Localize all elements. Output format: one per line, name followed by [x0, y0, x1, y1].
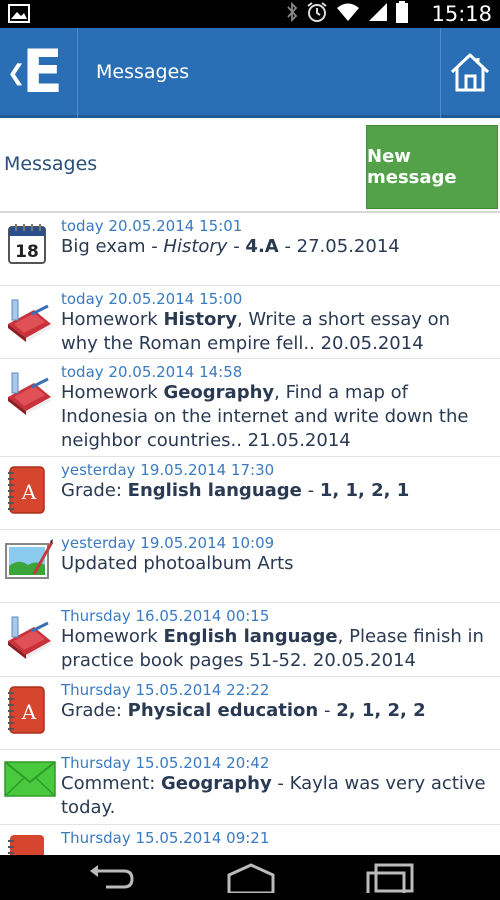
message-text-segment: English language: [127, 480, 302, 501]
list-item[interactable]: A yesterday 19.05.2014 17:30 Grade: Engl…: [0, 457, 500, 530]
message-date: today 20.05.2014 14:58: [61, 363, 243, 381]
message-date: Thursday 16.05.2014 00:15: [61, 607, 270, 625]
message-text-segment: -: [227, 236, 246, 257]
message-text-segment: 2, 1, 2, 2: [336, 700, 426, 721]
list-item[interactable]: Thursday 15.05.2014 09:21: [0, 825, 500, 855]
photo-album-icon: [4, 538, 54, 588]
message-text-segment: 1, 1, 2, 1: [319, 480, 410, 501]
battery-icon: [396, 1, 408, 27]
message-text-segment: Big exam -: [61, 236, 164, 257]
svg-text:A: A: [21, 480, 37, 504]
list-item[interactable]: yesterday 19.05.2014 10:09 Updated photo…: [0, 530, 500, 603]
message-text-segment: Geography: [163, 382, 275, 403]
system-nav-bar: [0, 855, 500, 900]
app-bar: ❮ E Messages: [0, 28, 500, 118]
message-text-segment: Geography: [160, 773, 272, 794]
message-text-segment: Homework: [61, 309, 164, 330]
svg-text:18: 18: [15, 242, 39, 262]
wifi-icon: [336, 2, 360, 26]
message-text-segment: English language: [163, 626, 338, 647]
list-item[interactable]: Thursday 15.05.2014 20:42 Comment: Geogr…: [0, 750, 500, 825]
message-date: today 20.05.2014 15:00: [61, 290, 243, 308]
page-title: Messages: [96, 61, 190, 83]
homework-book-icon: [4, 294, 54, 344]
message-text-segment: Grade:: [61, 480, 128, 501]
back-icon[interactable]: [86, 863, 134, 893]
message-text: Grade: English language - 1, 1, 2, 1: [61, 479, 490, 503]
signal-icon: [368, 2, 388, 26]
calendar-icon: 18: [4, 221, 54, 271]
message-date: yesterday 19.05.2014 10:09: [61, 534, 275, 552]
message-date: yesterday 19.05.2014 17:30: [61, 461, 275, 479]
message-text-segment: Homework: [61, 382, 164, 403]
message-date: today 20.05.2014 15:01: [61, 217, 243, 235]
grade-book-icon: A: [4, 685, 54, 735]
list-item[interactable]: Thursday 16.05.2014 00:15 Homework Engli…: [0, 603, 500, 677]
alarm-icon: [306, 1, 328, 27]
message-text: Updated photoalbum Arts: [61, 552, 490, 576]
grade-book-icon: [4, 833, 54, 855]
message-text-segment: - 27.05.2014: [278, 236, 400, 257]
home-icon: [450, 53, 490, 92]
message-text: Grade: Physical education - 2, 1, 2, 2: [61, 699, 490, 723]
message-text-segment: Grade:: [61, 700, 128, 721]
message-date: Thursday 15.05.2014 22:22: [61, 681, 270, 699]
message-text: Homework History, Write a short essay on…: [61, 308, 490, 356]
list-item[interactable]: today 20.05.2014 15:00 Homework History,…: [0, 286, 500, 359]
message-text-segment: Physical education: [127, 700, 319, 721]
new-message-button[interactable]: New message: [366, 125, 498, 209]
list-item[interactable]: A Thursday 15.05.2014 22:22 Grade: Physi…: [0, 677, 500, 750]
message-text-segment: Comment:: [61, 773, 161, 794]
svg-text:A: A: [21, 700, 37, 724]
status-time: 15:18: [431, 2, 492, 26]
message-text: Homework English language, Please finish…: [61, 625, 490, 673]
gallery-icon: [8, 4, 30, 23]
message-date: Thursday 15.05.2014 20:42: [61, 754, 270, 772]
homework-book-icon: [4, 611, 54, 661]
grade-book-icon: A: [4, 465, 54, 515]
messages-label: Messages: [4, 153, 98, 175]
status-bar: 15:18: [0, 0, 500, 28]
bluetooth-icon: [286, 1, 298, 26]
home-icon[interactable]: [226, 863, 276, 895]
recent-apps-icon[interactable]: [366, 863, 416, 897]
message-text-segment: Homework: [61, 626, 164, 647]
message-text-segment: History: [163, 236, 228, 257]
envelope-icon: [4, 758, 56, 808]
message-text-segment: -: [301, 480, 320, 501]
message-text: Homework Geography, Find a map of Indone…: [61, 381, 490, 453]
homework-book-icon: [4, 367, 54, 417]
message-text-segment: Updated photoalbum Arts: [61, 553, 294, 574]
list-item[interactable]: today 20.05.2014 14:58 Homework Geograph…: [0, 359, 500, 457]
message-text: Big exam - History - 4.A - 27.05.2014: [61, 235, 490, 259]
message-text-segment: 4.A: [245, 236, 279, 257]
app-logo: E: [22, 37, 63, 107]
message-list: 18 today 20.05.2014 15:01 Big exam - His…: [0, 213, 500, 855]
home-button[interactable]: [440, 28, 500, 118]
message-text-segment: -: [318, 700, 337, 721]
status-icons: [286, 1, 408, 27]
list-item[interactable]: 18 today 20.05.2014 15:01 Big exam - His…: [0, 213, 500, 286]
messages-header: Messages New message: [0, 121, 500, 213]
message-text-segment: History: [163, 309, 237, 330]
back-logo-button[interactable]: ❮ E: [0, 28, 78, 118]
message-text: Comment: Geography - Kayla was very acti…: [61, 772, 490, 820]
message-date: Thursday 15.05.2014 09:21: [61, 829, 270, 847]
